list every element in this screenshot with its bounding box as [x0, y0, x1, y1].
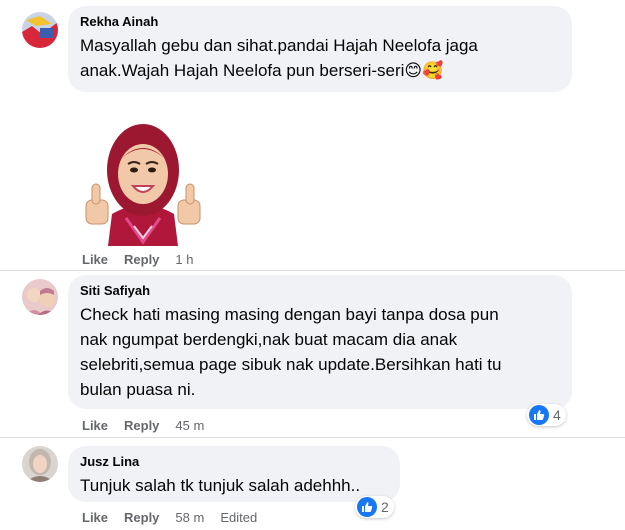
reply-button[interactable]: Reply	[124, 510, 159, 525]
comment-bubble: Rekha Ainah Masyallah gebu dan sihat.pan…	[68, 6, 572, 92]
comment-author[interactable]: Rekha Ainah	[80, 14, 560, 30]
comment-actions: Like Reply 45 m	[82, 416, 220, 434]
comment-actions: Like Reply 1 h	[82, 250, 210, 268]
comment-text: selebriti,semua page sibuk nak update.Be…	[80, 355, 502, 374]
reaction-summary[interactable]: 2	[355, 496, 394, 518]
like-icon	[357, 497, 377, 517]
comment-author[interactable]: Jusz Lina	[80, 454, 388, 470]
avatar[interactable]	[22, 12, 58, 48]
comment-text: Check hati masing masing dengan bayi tan…	[80, 305, 499, 324]
comment-actions: Like Reply 58 m Edited	[82, 508, 273, 526]
comment-text: anak.Wajah Hajah Neelofa pun berseri-ser…	[80, 61, 444, 80]
avatar[interactable]	[22, 446, 58, 482]
like-button[interactable]: Like	[82, 418, 108, 433]
reply-button[interactable]: Reply	[124, 252, 159, 267]
divider	[0, 270, 625, 271]
reaction-count: 4	[553, 407, 561, 423]
comment-bubble: Siti Safiyah Check hati masing masing de…	[68, 275, 572, 409]
thumbs-up-hijab-avatar-sticker	[78, 118, 208, 246]
divider	[0, 437, 625, 438]
comment-text: bulan puasa ni.	[80, 380, 196, 399]
like-button[interactable]: Like	[82, 252, 108, 267]
avatar[interactable]	[22, 279, 58, 315]
like-icon	[529, 405, 549, 425]
comment-text: Masyallah gebu dan sihat.pandai Hajah Ne…	[80, 36, 478, 55]
like-button[interactable]: Like	[82, 510, 108, 525]
reaction-count: 2	[381, 499, 389, 515]
comment-timestamp[interactable]: 58 m	[175, 510, 204, 525]
reply-button[interactable]: Reply	[124, 418, 159, 433]
reaction-summary[interactable]: 4	[527, 404, 566, 426]
comment-author[interactable]: Siti Safiyah	[80, 283, 560, 299]
comment-text: Tunjuk salah tk tunjuk salah adehhh..	[80, 476, 361, 495]
comment-text: nak ngumpat berdengki,nak buat macam dia…	[80, 330, 458, 349]
edited-label[interactable]: Edited	[220, 510, 257, 525]
comment-timestamp[interactable]: 1 h	[175, 252, 193, 267]
comment-bubble: Jusz Lina Tunjuk salah tk tunjuk salah a…	[68, 446, 400, 502]
comment-timestamp[interactable]: 45 m	[175, 418, 204, 433]
